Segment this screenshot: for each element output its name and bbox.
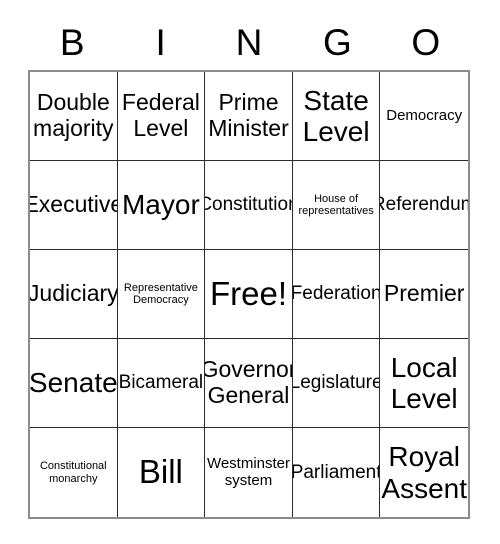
bingo-cell-label: Judiciary <box>30 280 118 307</box>
bingo-cell-r5-c4[interactable]: Parliament <box>292 428 381 517</box>
bingo-cell-r3-c4[interactable]: Federation <box>292 250 381 339</box>
bingo-card: B I N G O Double majority Federal Level Pr… <box>28 14 470 519</box>
bingo-cell-label: House of representatives <box>298 192 374 217</box>
bingo-cell-r2-c3[interactable]: Constitution <box>205 161 293 250</box>
bingo-header-letter-i: I <box>155 21 166 63</box>
bingo-cell-r3-c2[interactable]: Representative Democracy <box>117 250 206 339</box>
bingo-cell-label: Constitutional monarchy <box>39 460 107 485</box>
bingo-cell-r1-c5[interactable]: Democracy <box>380 72 468 161</box>
bingo-cell-r4-c2[interactable]: Bicameral <box>117 339 206 428</box>
bingo-cell-r3-c5[interactable]: Premier <box>380 250 468 339</box>
bingo-grid: Double majority Federal Level Prime Minist… <box>28 70 470 519</box>
bingo-cell-label: Federal Level <box>121 89 200 141</box>
bingo-cell-r3-c1[interactable]: Judiciary <box>30 250 118 339</box>
bingo-header-letter-g: G <box>323 21 352 63</box>
bingo-cell-label: Free! <box>209 274 287 312</box>
bingo-cell-r1-c4[interactable]: State Level <box>292 72 381 161</box>
bingo-header-row: B I N G O <box>28 14 470 70</box>
bingo-header-letter-n: N <box>235 21 263 63</box>
bingo-cell-free-space[interactable]: Free! <box>205 250 293 339</box>
bingo-cell-r2-c4[interactable]: House of representatives <box>292 161 381 250</box>
bingo-cell-label: Representative Democracy <box>123 281 198 306</box>
bingo-cell-label: Double majority <box>33 89 114 141</box>
bingo-cell-r1-c3[interactable]: Prime Minister <box>205 72 293 161</box>
bingo-cell-label: Senate <box>30 367 118 399</box>
bingo-cell-label: Constitution <box>205 194 292 216</box>
bingo-cell-r4-c1[interactable]: Senate <box>30 339 118 428</box>
bingo-cell-label: Premier <box>383 280 465 307</box>
bingo-cell-label: Bill <box>138 453 183 491</box>
bingo-cell-r5-c3[interactable]: Westminster system <box>205 428 293 517</box>
bingo-cell-r4-c5[interactable]: Local Level <box>380 339 468 428</box>
bingo-cell-label: Executive <box>30 191 117 218</box>
bingo-cell-label: Federation <box>292 283 381 305</box>
bingo-cell-label: Parliament <box>292 461 381 483</box>
bingo-cell-label: Local Level <box>390 351 458 414</box>
bingo-cell-r5-c2[interactable]: Bill <box>117 428 206 517</box>
bingo-cell-r5-c1[interactable]: Constitutional monarchy <box>30 428 118 517</box>
bingo-cell-label: Legislature <box>292 372 381 394</box>
bingo-cell-r2-c5[interactable]: Referendum <box>380 161 468 250</box>
bingo-cell-r4-c4[interactable]: Legislature <box>292 339 381 428</box>
bingo-cell-r2-c2[interactable]: Mayor <box>117 161 206 250</box>
bingo-cell-label: State Level <box>302 84 370 147</box>
bingo-cell-r5-c5[interactable]: Royal Assent <box>380 428 468 517</box>
bingo-cell-label: Westminster system <box>206 454 291 489</box>
bingo-cell-r1-c1[interactable]: Double majority <box>30 72 118 161</box>
bingo-cell-label: Governor General <box>205 356 293 408</box>
bingo-cell-r4-c3[interactable]: Governor General <box>205 339 293 428</box>
bingo-cell-r2-c1[interactable]: Executive <box>30 161 118 250</box>
bingo-header-letter-o: O <box>411 21 441 63</box>
bingo-cell-label: Mayor <box>121 189 200 221</box>
bingo-cell-label: Democracy <box>386 106 463 124</box>
bingo-cell-label: Referendum <box>380 194 468 216</box>
bingo-cell-label: Prime Minister <box>208 89 289 141</box>
bingo-cell-r1-c2[interactable]: Federal Level <box>117 72 206 161</box>
bingo-header-letter-b: B <box>59 21 85 63</box>
bingo-cell-label: Royal Assent <box>381 441 467 504</box>
bingo-cell-label: Bicameral <box>118 372 204 394</box>
